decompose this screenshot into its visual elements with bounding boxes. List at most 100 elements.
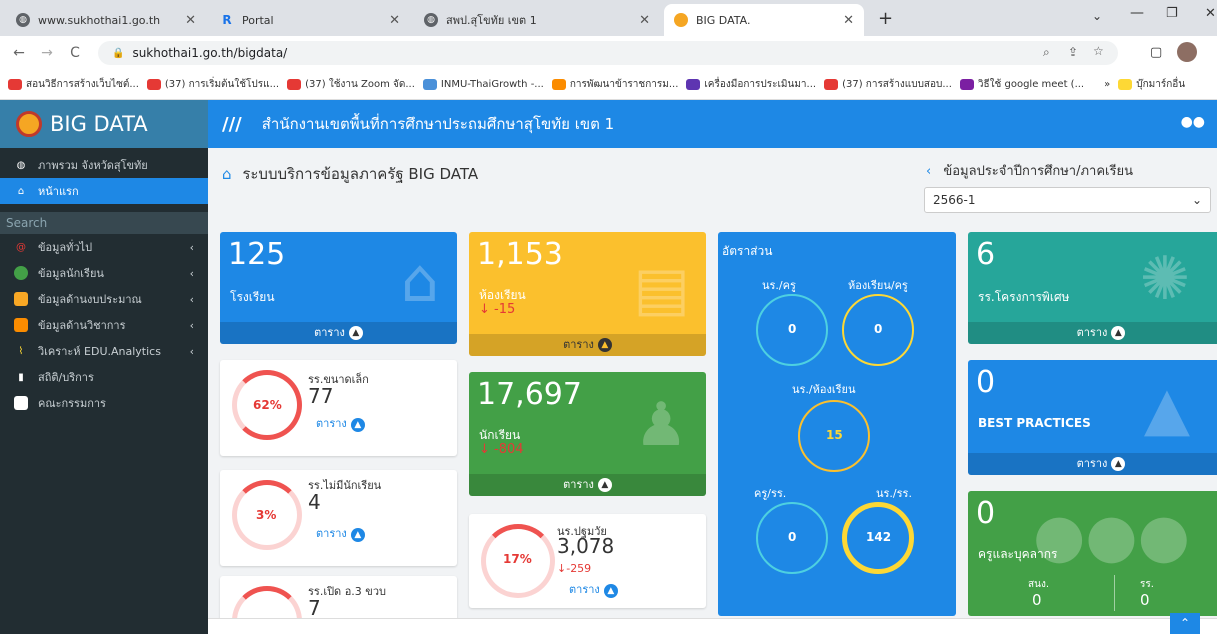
sidebar-item-budget[interactable]: ข้อมูลด้านงบประมาณ ‹ [0, 286, 208, 312]
bookmark-item[interactable]: (37) การเริ่มต้นใช้โปรแ... [146, 77, 279, 92]
menu-toggle-icon[interactable]: /// [222, 114, 242, 135]
bookmark-icon [422, 79, 437, 90]
special-projects-card: ✺ 6 รร.โครงการพิเศษ ตาราง ▲ [968, 232, 1217, 344]
shapes-icon: ▲ [1143, 374, 1190, 444]
table-link-label: ตาราง [563, 478, 594, 491]
classrooms-count: 1,153 [477, 237, 563, 272]
preschool-percent: 17% [503, 552, 532, 566]
arrow-up-circle-icon: ▲ [597, 338, 612, 352]
bookmark-item[interactable]: (37) การสร้างแบบสอบ... [824, 77, 952, 92]
bookmark-item[interactable]: (37) ใช้งาน Zoom จัด... [287, 77, 415, 92]
close-icon[interactable]: ✕ [843, 13, 854, 28]
bookmark-item[interactable]: วิธีใช้ google meet (... [959, 77, 1084, 92]
r-logo-icon: R [222, 13, 232, 27]
close-icon[interactable]: ✕ [389, 13, 400, 28]
arrow-up-circle-icon: ▲ [350, 418, 365, 432]
small-schools-percent: 62% [253, 398, 282, 412]
browser-tab[interactable]: ◍ สพป.สุโขทัย เขต 1 ✕ [414, 4, 660, 36]
table-link-label: ตาราง [316, 527, 347, 540]
logo[interactable]: BIG DATA [0, 100, 208, 148]
sidebar-item-statistics[interactable]: ▮ สถิติ/บริการ [0, 364, 208, 390]
no-students-table-link[interactable]: ตาราง ▲ [316, 524, 365, 542]
sidebar-search[interactable]: Search [0, 212, 208, 234]
bookmark-label: INMU-ThaiGrowth -... [440, 79, 544, 90]
sidebar-item-label: ภาพรวม จังหวัดสุโขทัย [38, 159, 148, 172]
schools-count: 125 [228, 237, 286, 272]
chevron-left-icon: ‹ [189, 266, 194, 280]
schools-card: ⌂ 125 โรงเรียน ตาราง ▲ [220, 232, 457, 344]
bookmark-item[interactable]: INMU-ThaiGrowth -... [422, 79, 544, 90]
bookmark-folder[interactable]: บุ๊กมาร์กอื่น [1118, 77, 1185, 92]
close-icon[interactable]: ✕ [185, 13, 196, 28]
best-practices-card: ▲ 0 BEST PRACTICES ตาราง ▲ [968, 360, 1217, 475]
semester-select[interactable]: 2566-1 ⌄ [924, 187, 1211, 213]
classrooms-table-link[interactable]: ตาราง ▲ [469, 334, 706, 356]
bookmark-item[interactable]: สอนวิธีการสร้างเว็บไซต์... [8, 77, 139, 92]
scroll-to-top-button[interactable]: ⌃ [1170, 613, 1200, 634]
book-icon: ▤ [633, 254, 690, 324]
students-change: ↓ -804 [479, 442, 524, 457]
browser-tab-active[interactable]: BIG DATA. ✕ [664, 4, 864, 36]
staff-sub-label: รร. [1140, 579, 1154, 590]
students-table-link[interactable]: ตาราง ▲ [469, 474, 706, 496]
preschool-table-link[interactable]: ตาราง ▲ [569, 580, 618, 598]
table-link-label: ตาราง [314, 326, 345, 339]
special-count: 6 [976, 237, 996, 272]
sidebar-item-general[interactable]: @ ข้อมูลทั่วไป ‹ [0, 234, 208, 260]
restore-icon[interactable]: ❐ [1166, 6, 1178, 21]
ratio-label: ครู/รร. [754, 487, 787, 500]
forms-icon [686, 79, 701, 90]
ratio-label: ห้องเรียน/ครู [848, 279, 908, 292]
sidebar-item-academic[interactable]: ข้อมูลด้านวิชาการ ‹ [0, 312, 208, 338]
chart-icon: ⌇ [18, 345, 24, 357]
arrow-up-circle-icon: ▲ [348, 326, 363, 340]
bookmark-item[interactable]: การพัฒนาข้าราชการม... [551, 77, 678, 92]
sidepanel-icon[interactable]: ▢ [1150, 45, 1162, 60]
zoom-icon[interactable]: ⌕ [1043, 45, 1050, 60]
close-icon[interactable]: ✕ [639, 13, 650, 28]
minimize-icon[interactable]: — [1130, 5, 1144, 21]
no-students-card: 3% รร.ไม่มีนักเรียน 4 ตาราง ▲ [220, 470, 457, 566]
reload-icon[interactable]: C [64, 45, 86, 61]
tab-search-icon[interactable]: ⌄ [1092, 9, 1102, 23]
arrow-up-circle-icon: ▲ [597, 478, 612, 492]
more-bookmarks-icon[interactable]: » [1104, 79, 1110, 90]
schools-table-link[interactable]: ตาราง ▲ [220, 322, 457, 344]
url-field[interactable]: 🔒 sukhothai1.go.th/bigdata/ ⌕ ⇪ ☆ [98, 41, 1118, 65]
staff-sub-value: 0 [1032, 591, 1042, 609]
classrooms-change: ↓ -15 [479, 302, 515, 317]
back-icon[interactable]: ← [8, 45, 30, 61]
forward-icon[interactable]: → [36, 45, 58, 61]
sidebar-item-committee[interactable]: คณะกรรมการ [0, 390, 208, 416]
close-window-icon[interactable]: ✕ [1205, 6, 1216, 21]
profile-avatar[interactable] [1177, 42, 1197, 62]
staff-card: ●●● 0 ครูและบุคลากร สนง. 0 รร. 0 [968, 491, 1217, 616]
best-practices-table-link[interactable]: ตาราง ▲ [968, 453, 1217, 475]
sidebar-item-analytics[interactable]: ⌇ วิเคราะห์ EDU.Analytics ‹ [0, 338, 208, 364]
bookmark-item[interactable]: เครื่องมือการประเมินมา... [686, 77, 816, 92]
sidebar-item-label: วิเคราะห์ EDU.Analytics [38, 345, 161, 358]
users-icon[interactable]: ●● [1181, 114, 1205, 130]
ratio-label: นร./รร. [876, 487, 912, 500]
new-tab-icon[interactable]: + [878, 8, 893, 29]
browser-tab[interactable]: ◍ www.sukhothai1.go.th ✕ [6, 4, 206, 36]
share-icon[interactable]: ⇪ [1068, 45, 1078, 59]
star-icon[interactable]: ☆ [1093, 44, 1104, 58]
arrow-down-icon: ↓ [479, 302, 490, 317]
classrooms-change-value: -15 [494, 302, 516, 317]
classrooms-card: ▤ 1,153 ห้องเรียน ↓ -15 ตาราง ▲ [469, 232, 706, 356]
small-schools-table-link[interactable]: ตาราง ▲ [316, 414, 365, 432]
bookmarks-bar: สอนวิธีการสร้างเว็บไซต์... (37) การเริ่ม… [0, 70, 1217, 100]
ratio-value: 142 [866, 530, 892, 544]
sidebar-item-students[interactable]: ข้อมูลนักเรียน ‹ [0, 260, 208, 286]
sidebar-item-home[interactable]: ⌂ หน้าแรก [0, 178, 208, 204]
address-bar: ← → C 🔒 sukhothai1.go.th/bigdata/ ⌕ ⇪ ☆ … [0, 36, 1217, 70]
browser-tab[interactable]: R Portal ✕ [210, 4, 410, 36]
header-title: สำนักงานเขตพื้นที่การศึกษาประถมศึกษาสุโข… [261, 115, 615, 133]
chevron-up-icon: ⌃ [1179, 616, 1191, 630]
sidebar-item-overview[interactable]: ◍ ภาพรวม จังหวัดสุโขทัย [0, 152, 208, 178]
special-table-link[interactable]: ตาราง ▲ [968, 322, 1217, 344]
preschool-change-value: -259 [566, 562, 592, 575]
arrow-down-icon: ↓ [479, 442, 490, 457]
top-header: /// สำนักงานเขตพื้นที่การศึกษาประถมศึกษา… [208, 100, 1217, 148]
